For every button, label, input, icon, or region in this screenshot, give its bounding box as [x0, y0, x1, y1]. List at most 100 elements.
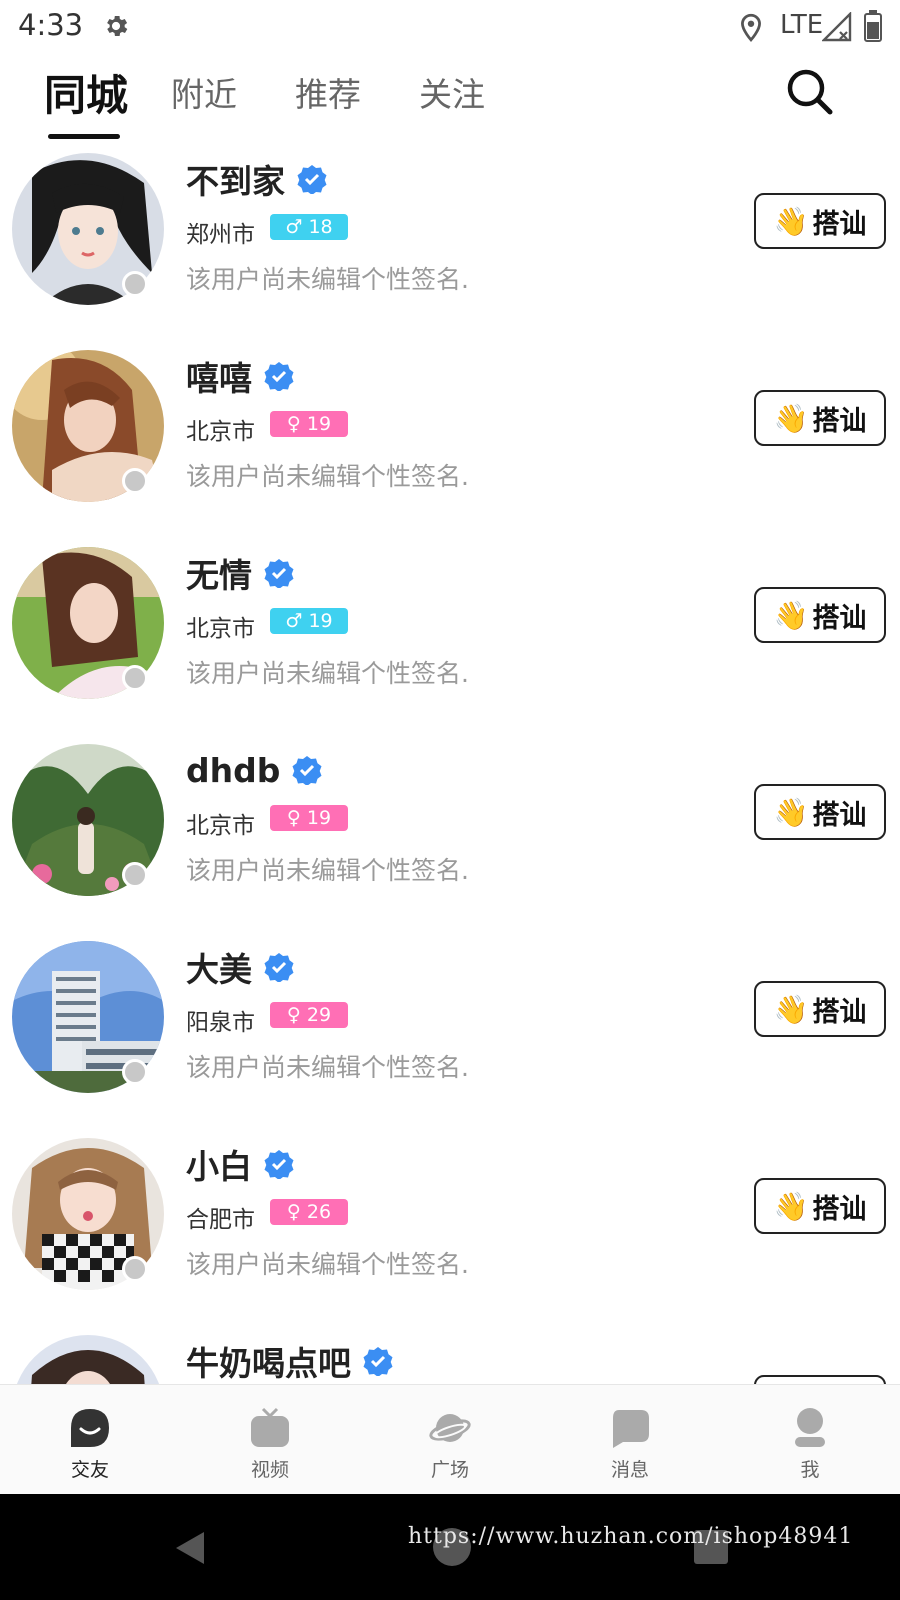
- greet-button-label: 搭讪: [812, 1193, 867, 1225]
- user-city: 郑州市: [186, 222, 255, 248]
- tab-same-city[interactable]: 同城: [44, 62, 128, 123]
- greet-button-label: 搭讪: [812, 799, 867, 831]
- verified-badge-icon: [264, 559, 294, 588]
- name-line: dhdb: [186, 748, 322, 792]
- greet-button[interactable]: 👋 搭讪: [754, 390, 886, 446]
- tab-following[interactable]: 关注: [419, 68, 485, 116]
- waving-hand-icon: 👋: [773, 204, 809, 238]
- nav-label: 广场: [430, 1459, 469, 1481]
- nav-messages[interactable]: 消息: [585, 1403, 675, 1483]
- waving-hand-icon: 👋: [773, 401, 809, 435]
- online-status-dot: [122, 271, 148, 297]
- user-name[interactable]: 无情: [186, 549, 252, 597]
- verified-badge-icon: [363, 1347, 393, 1376]
- gender-symbol: ♀: [286, 1004, 301, 1026]
- list-item[interactable]: 大美 阳泉市 ♀ 29 该用户尚未编辑个性签名. 👋 搭讪: [0, 933, 900, 1130]
- top-tab-bar: 同城 附近 推荐 关注: [0, 60, 900, 144]
- list-item[interactable]: dhdb 北京市 ♀ 19 该用户尚未编辑个性签名. 👋 搭讪: [0, 736, 900, 933]
- nav-label: 消息: [610, 1459, 649, 1481]
- verified-badge-icon: [264, 953, 294, 982]
- name-line: 小白: [186, 1142, 294, 1186]
- online-status-dot: [122, 862, 148, 888]
- avatar-container: [12, 1138, 164, 1290]
- user-name[interactable]: 大美: [186, 943, 252, 991]
- nav-label: 视频: [250, 1459, 289, 1481]
- age: 18: [308, 216, 333, 238]
- greet-button[interactable]: 👋 搭讪: [754, 784, 886, 840]
- nav-video[interactable]: 视频: [225, 1403, 315, 1483]
- greet-button[interactable]: 👋 搭讪: [754, 981, 886, 1037]
- avatar-container: [12, 744, 164, 896]
- waving-hand-icon: 👋: [773, 992, 809, 1026]
- system-navigation-bar: https://www.huzhan.com/ishop48941: [0, 1494, 900, 1600]
- list-item[interactable]: 小白 合肥市 ♀ 26 该用户尚未编辑个性签名. 👋 搭讪: [0, 1130, 900, 1327]
- gender-symbol: ♀: [286, 807, 301, 829]
- location-pin-icon: [741, 13, 761, 42]
- user-name[interactable]: 牛奶喝点吧: [186, 1337, 351, 1385]
- tab-recommend[interactable]: 推荐: [295, 68, 361, 116]
- user-list[interactable]: 不到家 郑州市 ♂ 18 该用户尚未编辑个性签名. 👋 搭讪 嘻嘻 北京市 ♀ …: [0, 145, 900, 1385]
- list-item[interactable]: 无情 北京市 ♂ 19 该用户尚未编辑个性签名. 👋 搭讪: [0, 539, 900, 736]
- user-name[interactable]: 不到家: [186, 155, 285, 203]
- nav-me[interactable]: 我: [765, 1403, 855, 1483]
- user-name[interactable]: dhdb: [186, 751, 280, 790]
- nav-make-friends[interactable]: 交友: [45, 1403, 135, 1483]
- status-bar: 4:33 LTE: [0, 0, 900, 52]
- user-name[interactable]: 小白: [186, 1140, 252, 1188]
- avatar-container: [12, 1335, 164, 1385]
- user-signature: 该用户尚未编辑个性签名.: [186, 1250, 469, 1279]
- gender-symbol: ♀: [286, 413, 301, 435]
- greet-button[interactable]: 👋 搭讪: [754, 193, 886, 249]
- gender-symbol: ♂: [285, 216, 303, 238]
- waving-hand-icon: 👋: [773, 795, 809, 829]
- gender-age-badge: ♀ 29: [270, 1002, 348, 1028]
- age: 19: [306, 413, 332, 435]
- user-city: 北京市: [186, 419, 255, 445]
- greet-button-label: 搭讪: [812, 208, 867, 240]
- verified-badge-icon: [264, 1150, 294, 1179]
- gender-symbol: ♂: [285, 610, 303, 632]
- bottom-navigation: 交友 视频 广场 消息 我: [0, 1384, 900, 1495]
- verified-badge-icon: [264, 362, 294, 391]
- avatar[interactable]: [12, 1335, 164, 1385]
- greet-button-label: 搭讪: [812, 405, 867, 437]
- status-time: 4:33: [18, 8, 84, 42]
- chat-bubble-smile-icon: [71, 1409, 109, 1447]
- user-signature: 该用户尚未编辑个性签名.: [186, 462, 469, 491]
- user-signature: 该用户尚未编辑个性签名.: [186, 265, 469, 294]
- nav-square[interactable]: 广场: [405, 1403, 495, 1483]
- gender-symbol: ♀: [286, 1201, 301, 1223]
- age: 19: [308, 610, 333, 632]
- tv-icon: [251, 1407, 289, 1447]
- user-name[interactable]: 嘻嘻: [186, 352, 252, 400]
- back-triangle-icon[interactable]: [170, 1528, 210, 1568]
- tab-nearby[interactable]: 附近: [171, 68, 237, 116]
- online-status-dot: [122, 1059, 148, 1085]
- greet-button[interactable]: 👋 搭讪: [754, 1178, 886, 1234]
- planet-icon: [429, 1414, 471, 1442]
- user-signature: 该用户尚未编辑个性签名.: [186, 659, 469, 688]
- greet-button-label: 搭讪: [812, 996, 867, 1028]
- list-item[interactable]: 嘻嘻 北京市 ♀ 19 该用户尚未编辑个性签名. 👋 搭讪: [0, 342, 900, 539]
- search-icon[interactable]: [784, 66, 836, 118]
- network-type: LTE: [780, 10, 824, 40]
- person-icon: [795, 1408, 825, 1447]
- gender-age-badge: ♀ 19: [270, 411, 348, 437]
- settings-gear-icon: [107, 15, 128, 37]
- list-item[interactable]: 牛奶喝点吧: [0, 1327, 900, 1385]
- online-status-dot: [122, 1256, 148, 1282]
- gender-age-badge: ♀ 19: [270, 805, 348, 831]
- user-signature: 该用户尚未编辑个性签名.: [186, 1053, 469, 1082]
- online-status-dot: [122, 665, 148, 691]
- signal-icon: [822, 12, 852, 42]
- watermark-text: https://www.huzhan.com/ishop48941: [408, 1524, 854, 1549]
- greet-button[interactable]: 👋 搭讪: [754, 587, 886, 643]
- user-city: 阳泉市: [186, 1010, 255, 1036]
- list-item[interactable]: 不到家 郑州市 ♂ 18 该用户尚未编辑个性签名. 👋 搭讪: [0, 145, 900, 342]
- gender-age-badge: ♂ 19: [270, 608, 348, 634]
- online-status-dot: [122, 468, 148, 494]
- name-line: 无情: [186, 551, 294, 595]
- age: 29: [306, 1004, 332, 1026]
- name-line: 不到家: [186, 157, 327, 201]
- age: 19: [306, 807, 332, 829]
